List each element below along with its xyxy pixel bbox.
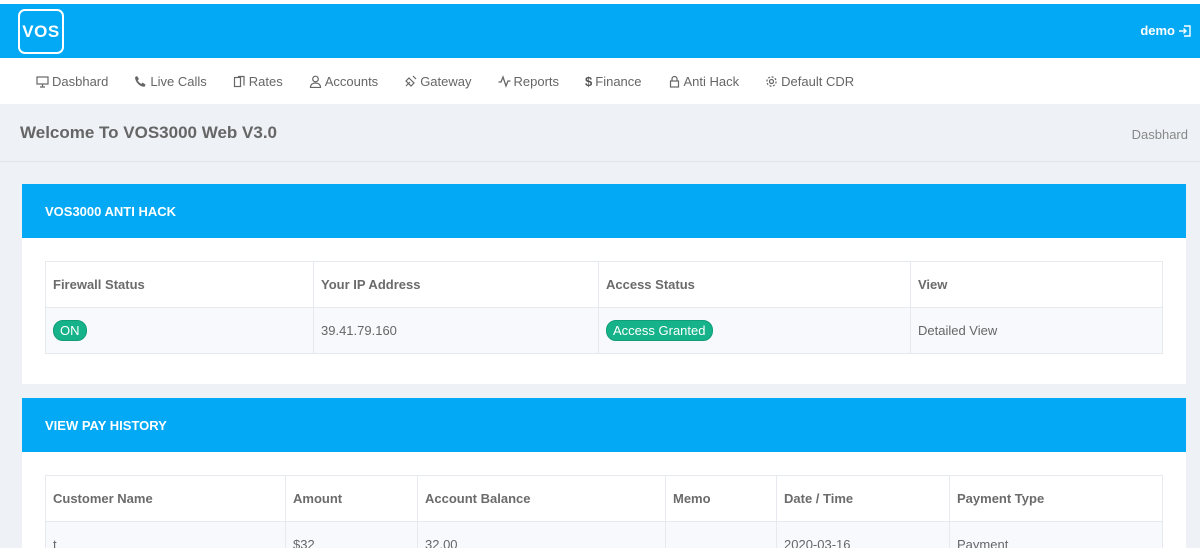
user-menu[interactable]: demo (1140, 23, 1192, 38)
pulse-icon (498, 74, 510, 88)
breadcrumb[interactable]: Dasbhard (1132, 127, 1188, 142)
top-header-bar: VOS demo (0, 4, 1200, 58)
account-balance-cell: 32.00 (417, 521, 666, 548)
column-header: Your IP Address (313, 261, 599, 308)
table-header-row: Customer Name Amount Account Balance Mem… (45, 475, 1163, 522)
ip-address-cell: 39.41.79.160 (313, 307, 599, 354)
vos-logo[interactable]: VOS (18, 9, 64, 54)
column-header: Amount (285, 475, 418, 522)
table-header-row: Firewall Status Your IP Address Access S… (45, 261, 1163, 308)
username-label: demo (1140, 23, 1175, 38)
page-title: Welcome To VOS3000 Web V3.0 (20, 123, 277, 142)
logout-icon[interactable] (1178, 24, 1192, 38)
customer-name-cell: t (45, 521, 286, 548)
gear-icon (766, 75, 777, 87)
firewall-cell: ON (45, 307, 314, 354)
anti-hack-card-title: VOS3000 ANTI HACK (22, 184, 1186, 238)
access-status-badge: Access Granted (606, 320, 713, 341)
page-content: Welcome To VOS3000 Web V3.0 Dasbhard VOS… (0, 104, 1200, 548)
page-header: Welcome To VOS3000 Web V3.0 Dasbhard (0, 104, 1200, 162)
nav-live-calls[interactable]: Live Calls (134, 73, 207, 89)
datetime-cell: 2020-03-16 (776, 521, 950, 548)
nav-reports[interactable]: Reports (498, 73, 560, 89)
nav-label: Default CDR (781, 73, 855, 89)
gateway-icon (405, 75, 417, 87)
nav-label: Anti Hack (683, 73, 740, 89)
column-header: Date / Time (776, 475, 950, 522)
column-header: Customer Name (45, 475, 286, 522)
column-header: View (910, 261, 1163, 308)
nav-anti-hack[interactable]: Anti Hack (668, 73, 740, 89)
rates-icon (233, 75, 245, 87)
column-header: Firewall Status (45, 261, 314, 308)
nav-default-cdr[interactable]: Default CDR (765, 74, 854, 89)
nav-label: Gateway (420, 73, 472, 89)
user-icon (309, 75, 321, 88)
nav-finance[interactable]: $ Finance (585, 74, 641, 89)
nav-dashboard[interactable]: Dasbhard (36, 74, 108, 89)
column-header: Payment Type (949, 475, 1163, 522)
nav-label: Rates (248, 73, 283, 89)
main-nav: Dasbhard Live Calls Rates Accounts Gatew… (0, 58, 1200, 104)
lock-icon (669, 75, 679, 88)
detailed-view-link[interactable]: Detailed View (910, 307, 1163, 354)
nav-label: Accounts (324, 73, 379, 89)
table-row: t $32 32.00 2020-03-16 Payment (45, 521, 1163, 548)
nav-label: Live Calls (150, 73, 207, 89)
memo-cell (665, 521, 777, 548)
column-header: Account Balance (417, 475, 666, 522)
monitor-icon (36, 75, 49, 88)
nav-label: Dasbhard (52, 73, 109, 89)
pay-history-card-title: VIEW PAY HISTORY (22, 398, 1186, 452)
dollar-icon: $ (585, 73, 593, 89)
nav-rates[interactable]: Rates (233, 74, 283, 89)
anti-hack-table: Firewall Status Your IP Address Access S… (45, 261, 1163, 354)
phone-icon (135, 75, 146, 87)
pay-history-table: Customer Name Amount Account Balance Mem… (45, 475, 1163, 548)
column-header: Memo (665, 475, 777, 522)
anti-hack-card: VOS3000 ANTI HACK Firewall Status Your I… (22, 184, 1186, 384)
table-row: ON 39.41.79.160 Access Granted Detailed … (45, 307, 1163, 354)
pay-history-card: VIEW PAY HISTORY Customer Name Amount Ac… (22, 398, 1186, 548)
nav-label: Finance (595, 73, 642, 89)
amount-cell: $32 (285, 521, 418, 548)
column-header: Access Status (598, 261, 911, 308)
payment-type-cell: Payment (949, 521, 1163, 548)
firewall-status-badge: ON (53, 320, 87, 341)
nav-label: Reports (513, 73, 560, 89)
nav-gateway[interactable]: Gateway (404, 73, 472, 89)
access-cell: Access Granted (598, 307, 911, 354)
nav-accounts[interactable]: Accounts (309, 74, 378, 89)
